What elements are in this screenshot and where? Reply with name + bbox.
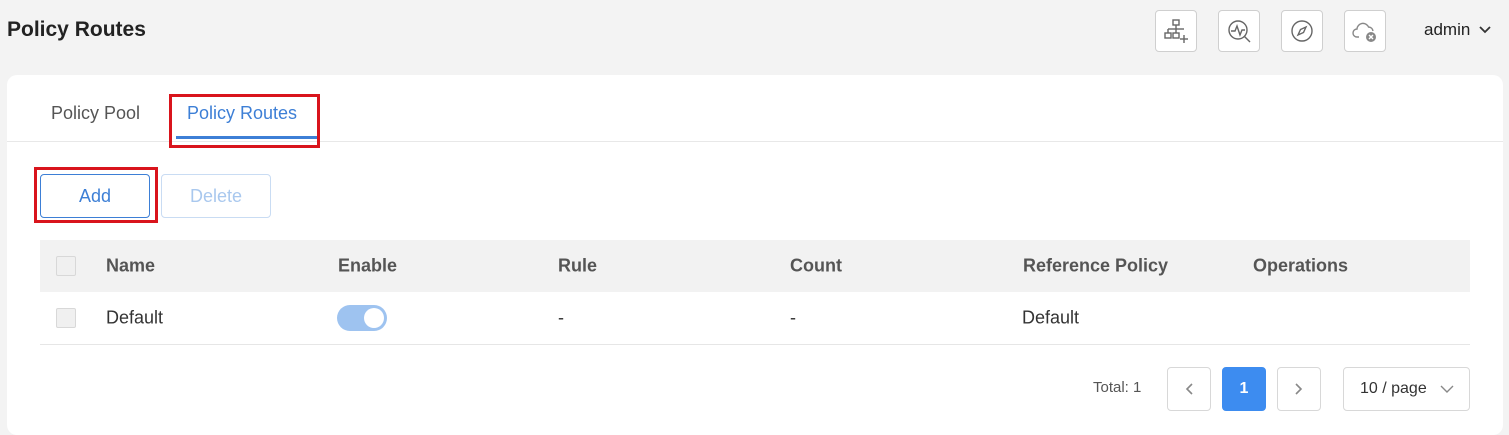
column-header-rule: Rule <box>558 255 598 276</box>
enable-toggle[interactable] <box>337 305 387 331</box>
main-card: Policy Pool Policy Routes Add Delete Nam… <box>7 75 1503 435</box>
policy-routes-table: Name Enable Rule Count Reference Policy … <box>40 240 1470 345</box>
tab-policy-pool[interactable]: Policy Pool <box>51 103 140 124</box>
pagination: Total: 1 1 10 / page <box>7 367 1503 411</box>
column-header-reference-policy: Reference Policy <box>1023 255 1169 276</box>
select-all-checkbox[interactable] <box>56 256 76 276</box>
total-count: Total: 1 <box>1093 379 1142 396</box>
cloud-disconnected-icon[interactable] <box>1344 10 1386 52</box>
compass-icon[interactable] <box>1281 10 1323 52</box>
diagnostics-icon[interactable] <box>1218 10 1260 52</box>
page-size-value: 10 / page <box>1360 380 1427 397</box>
column-header-operations: Operations <box>1253 255 1349 276</box>
user-name: admin <box>1424 20 1471 39</box>
highlight-box-add <box>34 167 158 223</box>
page-title: Policy Routes <box>7 18 146 41</box>
highlight-box-tab <box>169 94 320 148</box>
user-menu[interactable]: admin <box>1424 20 1492 40</box>
column-header-name: Name <box>106 255 156 276</box>
row-checkbox[interactable] <box>56 308 76 328</box>
chevron-down-icon <box>1479 26 1491 34</box>
network-add-icon[interactable] <box>1155 10 1197 52</box>
page-button-current[interactable]: 1 <box>1222 367 1266 411</box>
header-toolbar <box>1155 10 1386 52</box>
row-reference-policy: Default <box>1022 307 1080 328</box>
table-header: Name Enable Rule Count Reference Policy … <box>40 240 1470 292</box>
column-header-enable: Enable <box>338 255 398 276</box>
table-row: Default - - Default <box>40 292 1470 345</box>
chevron-down-icon <box>1440 385 1454 393</box>
row-rule: - <box>558 307 564 328</box>
chevron-right-icon <box>1295 383 1303 395</box>
delete-button[interactable]: Delete <box>161 174 271 218</box>
column-header-count: Count <box>790 255 842 276</box>
row-count: - <box>790 307 796 328</box>
chevron-left-icon <box>1185 383 1193 395</box>
row-name: Default <box>106 307 164 328</box>
next-page-button[interactable] <box>1277 367 1321 411</box>
page-size-select[interactable]: 10 / page <box>1343 367 1470 411</box>
prev-page-button[interactable] <box>1167 367 1211 411</box>
